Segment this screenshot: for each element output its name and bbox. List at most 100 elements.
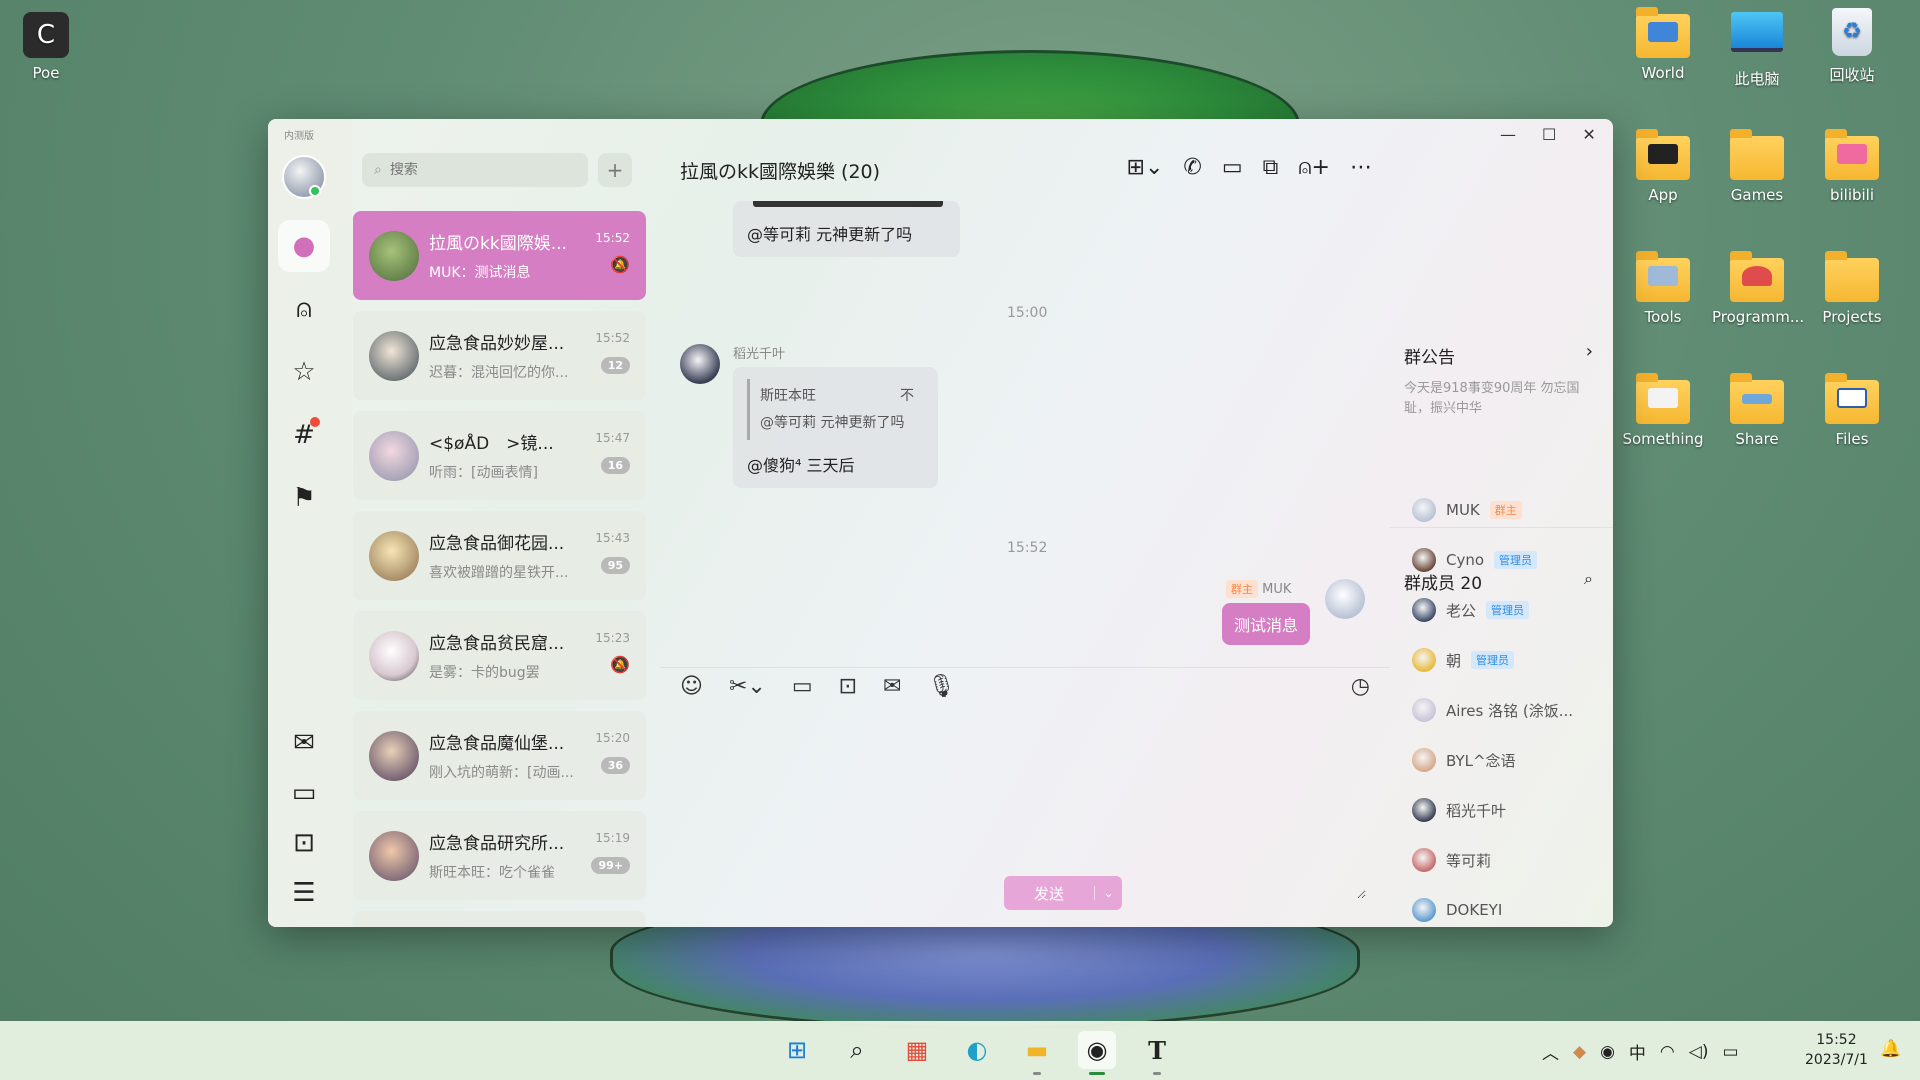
conversation-item[interactable]: 应急食品魔仙堡... 刚入坑的萌新：[动画... 15:20 36 [353,711,646,800]
wifi-icon[interactable]: ◠ [1660,1042,1675,1062]
phone-icon[interactable]: ✆ [1183,155,1201,180]
conversation-item[interactable]: 应急食品研究所... 斯旺本旺：吃个雀雀 15:19 99+ [353,811,646,900]
conversation-preview: 斯旺本旺：吃个雀雀 [429,865,555,881]
red-packet-icon[interactable]: ✉ [883,674,901,699]
store-button[interactable]: ▦ [898,1031,936,1069]
message-input[interactable] [676,719,1366,899]
edge-button[interactable]: ◐ [958,1031,996,1069]
nav-contacts[interactable]: ⍝ [278,283,330,335]
member-item[interactable]: 老公 管理员 [1412,598,1602,622]
file-explorer-button[interactable]: ▬ [1018,1031,1056,1075]
desktop-icon-programming[interactable]: Programm... [1712,251,1804,326]
nav-bookmarks[interactable]: ⊡ [278,817,330,869]
my-message-bubble[interactable]: 测试消息 [1222,603,1311,645]
start-button[interactable]: ⊞ [778,1031,816,1069]
desktop-icon-this-pc[interactable]: 此电脑 [1712,8,1802,89]
member-avatar [1412,698,1436,722]
add-button[interactable]: + [598,153,632,187]
member-item[interactable]: 朝管理员 [1412,648,1602,672]
conversation-item[interactable]: 应急食品御花园... 喜欢被蹭蹭的星铁开... 15:43 95 [353,511,646,600]
nav-files[interactable]: ▭ [278,767,330,819]
qq-tray-icon[interactable]: ◉ [1600,1042,1615,1062]
member-item[interactable]: Cyno 管理员 [1412,548,1602,572]
send-button[interactable]: 发送 ⌄ [1004,876,1122,910]
typora-button[interactable]: T [1138,1031,1176,1075]
folder-icon[interactable]: ▭ [792,674,813,699]
search-box[interactable]: ⌕ [362,153,588,187]
member-search-icon[interactable]: ⌕ [1584,569,1593,589]
screen-share-icon[interactable]: ⧉ [1263,155,1279,180]
nav-mail[interactable]: ✉ [278,717,330,769]
member-avatar [1412,598,1436,622]
member-item[interactable]: 稻光千叶 [1412,798,1602,822]
image-icon[interactable]: ⊡ [839,674,857,699]
nav-messages[interactable]: ● [278,220,330,272]
nav-channels[interactable]: # [278,409,330,461]
conversation-item[interactable]: 拉風のkk國際娛... MUK：测试消息 15:52 🔕 [353,211,646,300]
desktop-icon-label: Files [1835,430,1869,448]
programming-folder-icon [1728,251,1786,302]
conversation-item[interactable]: 应急食品妙妙屋... 迟暮：混沌回忆的你... 15:52 12 [353,311,646,400]
scissors-icon[interactable]: ✂⌄ [729,674,766,699]
desktop-icon-bilibili[interactable]: bilibili [1807,129,1897,204]
star-icon: ☆ [292,357,316,387]
time-separator: 15:52 [1007,540,1048,556]
history-clock-icon[interactable]: ◷ [1351,674,1370,699]
video-camera-icon[interactable]: ▭ [1222,155,1243,180]
volume-icon[interactable]: ◁) [1689,1042,1709,1062]
window-controls: — ☐ ✕ [1500,125,1596,144]
maximize-button[interactable]: ☐ [1542,125,1556,144]
conversation-item-partial[interactable] [353,911,646,927]
desktop-icon-projects[interactable]: Projects [1807,251,1897,326]
chevron-up-icon[interactable]: ︿ [1542,1039,1559,1064]
apps-grid-icon[interactable]: ⊞⌄ [1127,155,1164,180]
desktop-icon-files[interactable]: Files [1807,373,1897,448]
more-options-icon[interactable]: ⋯ [1350,155,1372,180]
member-name: Cyno [1446,551,1485,569]
desktop-icon-world[interactable]: World [1618,7,1708,82]
sender-avatar[interactable] [680,344,720,384]
clock[interactable]: 15:52 2023/7/1 [1805,1031,1868,1070]
message-bubble[interactable]: @等可莉 元神更新了吗 [733,201,960,257]
search-button[interactable]: ⌕ [838,1031,876,1069]
desktop-icon-app[interactable]: App [1618,129,1708,204]
add-member-icon[interactable]: ⍝+ [1298,155,1330,180]
minimize-button[interactable]: — [1500,125,1516,144]
cat-app-icon[interactable]: ◆ [1573,1042,1586,1062]
member-name: 朝 [1446,651,1462,670]
taskbar: ⊞ ⌕ ▦ ◐ ▬ ◉ T ︿ ◆ ◉ 中 ◠ ◁) ▭ 15:52 2023/… [0,1021,1920,1080]
conversation-meta: 15:20 36 [595,731,630,774]
member-item[interactable]: MUK 群主 [1412,498,1602,522]
emoji-icon[interactable]: ☺ [680,674,703,699]
recycle-bin-icon: ♻ [1823,8,1881,58]
desktop-icon-poe[interactable]: C Poe [1,12,91,82]
member-item[interactable]: 等可莉 [1412,848,1602,872]
nav-menu[interactable]: ☰ [278,867,330,919]
microphone-icon[interactable]: 🎙 [927,674,955,699]
nav-favorites[interactable]: ☆ [278,346,330,398]
chevron-right-icon[interactable]: › [1586,341,1593,362]
qq-button[interactable]: ◉ [1078,1031,1116,1075]
my-message-avatar[interactable] [1325,579,1365,619]
ime-indicator[interactable]: 中 [1629,1039,1646,1064]
search-input[interactable] [389,162,550,178]
close-button[interactable]: ✕ [1582,125,1595,144]
battery-icon[interactable]: ▭ [1722,1042,1738,1062]
member-avatar [1412,798,1436,822]
conversation-item[interactable]: <$øÅD >镜... 听雨：[动画表情] 15:47 16 [353,411,646,500]
desktop-icon-something[interactable]: Something [1618,373,1708,448]
desktop-icon-share[interactable]: Share [1712,373,1802,448]
nav-games[interactable]: ⚑ [278,472,330,524]
conversation-time: 15:20 [595,731,630,745]
notice-title[interactable]: 群公告 [1404,343,1455,368]
member-item[interactable]: Aires 洛铭 (涂饭... [1412,698,1602,722]
member-item[interactable]: DOKEYI [1412,898,1602,922]
conversation-item[interactable]: 应急食品贫民窟... 是雾：卡的bug罢 15:23 🔕 [353,611,646,700]
message-bubble[interactable]: 斯旺本旺 不 @等可莉 元神更新了吗 @傻狗⁴ 三天后 [733,367,938,489]
desktop-icon-games[interactable]: Games [1712,129,1802,204]
member-item[interactable]: BYL^念语 [1412,748,1602,772]
send-options-chevron-icon[interactable]: ⌄ [1094,886,1122,900]
notification-bell-icon[interactable]: 🔔 [1880,1039,1901,1059]
desktop-icon-recycle-bin[interactable]: ♻ 回收站 [1807,8,1897,85]
desktop-icon-tools[interactable]: Tools [1618,251,1708,326]
